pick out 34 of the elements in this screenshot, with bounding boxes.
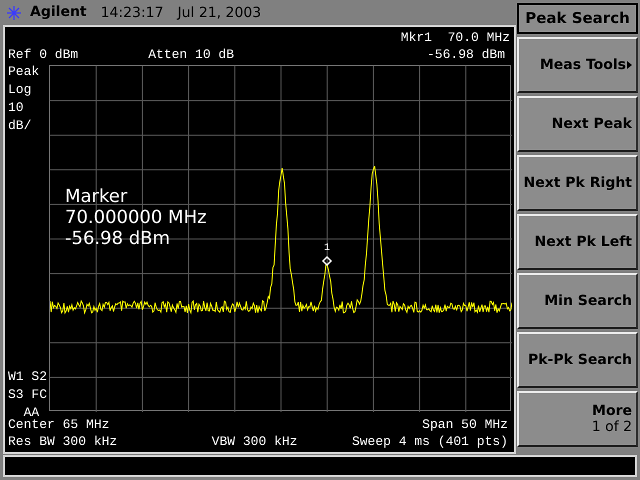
marker-number: 1 (324, 244, 330, 254)
marker-amplitude: -56.98 dBm (426, 48, 506, 61)
center-frequency: Center 65 MHz (8, 418, 110, 430)
scale-label: 10 (8, 101, 25, 114)
marker-readout: 70.000000 MHz (65, 209, 207, 227)
clock-time: 14:23:17 (100, 6, 164, 20)
softkey-button[interactable]: Min Search (517, 273, 638, 329)
softkey-button[interactable]: Next Pk Left (517, 214, 638, 270)
softkey-button[interactable]: Next Peak (517, 96, 638, 152)
frequency-span: Span 50 MHz (422, 418, 509, 430)
reference-level: Ref 0 dBm (8, 48, 78, 61)
video-bandwidth: VBW 300 kHz (212, 434, 298, 448)
softkey-button[interactable]: Pk-Pk Search (517, 332, 638, 388)
marker-readout: Marker (65, 188, 128, 206)
status-indicator: AA (24, 406, 40, 419)
marker-readout: -56.98 dBm (65, 230, 172, 248)
starburst-logo-icon (6, 4, 22, 20)
brand-name: Agilent (30, 3, 87, 22)
softkey-button[interactable]: Meas Tools (517, 37, 638, 93)
scale-label: dB/ (8, 119, 32, 132)
status-indicator: W1 S2 (8, 370, 48, 383)
sweep-time: Sweep 4 ms (401 pts) (352, 434, 509, 448)
softkey-menu-title: Peak Search (517, 3, 638, 34)
softkey-button[interactable]: More 1 of 2 (517, 391, 638, 447)
scale-label: Log (8, 83, 32, 96)
attenuation: Atten 10 dB (148, 48, 234, 61)
marker-diamond-icon (322, 256, 332, 266)
resolution-bandwidth: Res BW 300 kHz (8, 434, 118, 448)
marker-frequency: Mkr1 70.0 MHz (400, 31, 510, 46)
scale-label: Peak (8, 65, 40, 78)
date: Jul 21, 2003 (178, 6, 262, 20)
status-indicator: S3 FC (8, 388, 48, 401)
softkey-button[interactable]: Next Pk Right (517, 155, 638, 211)
submenu-triangle-icon (627, 61, 632, 69)
